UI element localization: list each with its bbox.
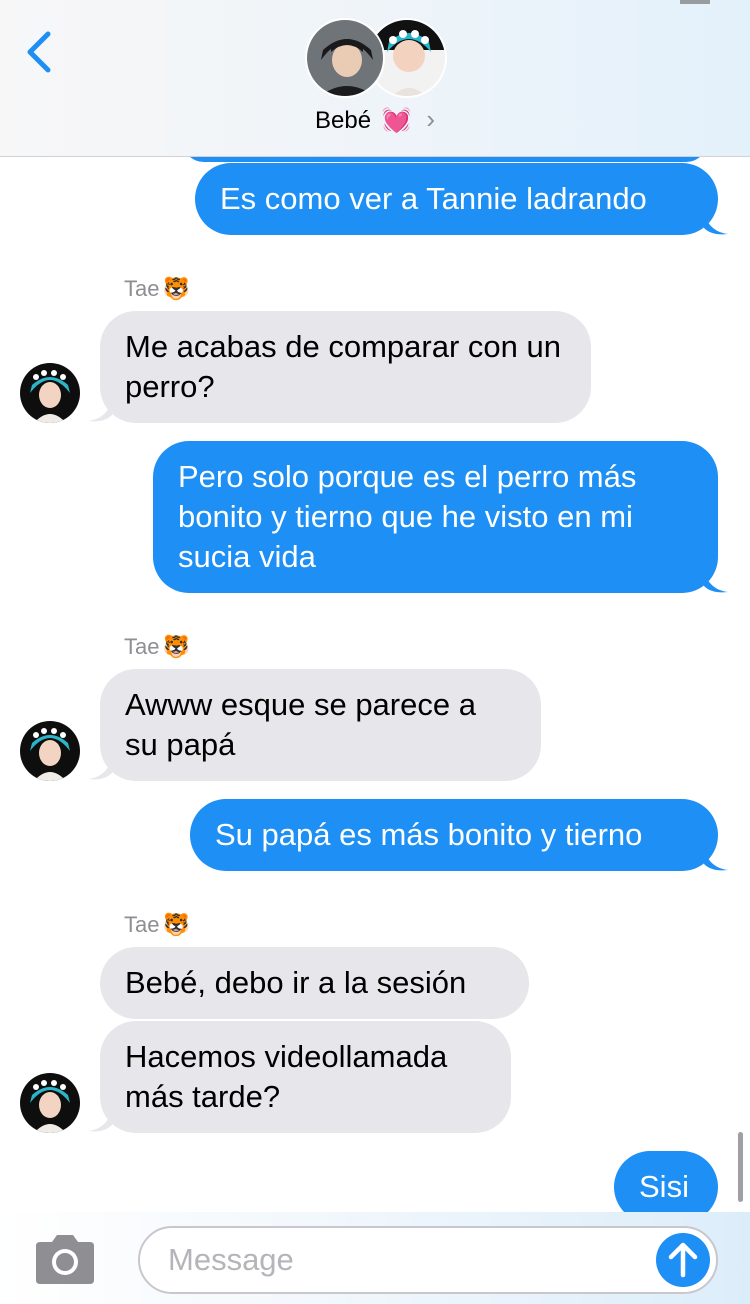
heart-emoji: 💓	[381, 107, 412, 134]
message-text: Sisi	[639, 1169, 689, 1204]
arrow-up-icon	[668, 1242, 698, 1278]
bubble-tail	[88, 401, 112, 422]
sender-avatar[interactable]	[20, 363, 80, 423]
sender-name: Tae	[124, 912, 160, 937]
message-input-placeholder: Message	[168, 1242, 294, 1277]
scrollbar[interactable]	[738, 1132, 743, 1202]
tiger-emoji: 🐯	[162, 634, 190, 659]
message-bubble-incoming[interactable]: Awww esque se parece a su papá	[100, 669, 541, 781]
back-button[interactable]	[20, 28, 60, 76]
compose-bar: Message	[0, 1212, 750, 1304]
bubble-tail	[704, 572, 728, 593]
contact-name-row[interactable]: Bebé 💓 ›	[0, 104, 750, 135]
sender-label: Tae 🐯	[124, 912, 190, 938]
send-button[interactable]	[656, 1233, 710, 1287]
message-text: Me acabas de comparar con un perro?	[125, 329, 561, 404]
message-text: Hacemos videollamada más tarde?	[125, 1039, 448, 1114]
message-text: Pero solo porque es el perro más bonito …	[178, 459, 637, 574]
message-bubble-incoming[interactable]: Hacemos videollamada más tarde?	[100, 1021, 511, 1133]
chevron-left-icon	[27, 31, 51, 73]
tiger-emoji: 🐯	[162, 276, 190, 301]
sender-label: Tae 🐯	[124, 634, 190, 660]
message-bubble-outgoing[interactable]: Es como ver a Tannie ladrando	[195, 163, 718, 235]
camera-icon	[36, 1235, 94, 1284]
chevron-right-icon: ›	[426, 104, 435, 134]
sender-avatar[interactable]	[20, 1073, 80, 1133]
tiger-emoji: 🐯	[162, 912, 190, 937]
message-text: Es como ver a Tannie ladrando	[220, 181, 647, 216]
conversation-header: Bebé 💓 ›	[0, 0, 750, 157]
message-bubble-outgoing[interactable]: Su papá es más bonito y tierno	[190, 799, 718, 871]
contact-avatar-group[interactable]	[305, 18, 447, 100]
message-bubble-outgoing[interactable]: Pero solo porque es el perro más bonito …	[153, 441, 718, 593]
sender-avatar[interactable]	[20, 721, 80, 781]
sender-label: Tae 🐯	[124, 276, 190, 302]
sender-name: Tae	[124, 634, 160, 659]
status-bar-fragment	[680, 0, 710, 4]
bubble-tail	[88, 759, 112, 780]
contact-avatar-primary	[305, 18, 385, 98]
message-text: Awww esque se parece a su papá	[125, 687, 476, 762]
sender-name: Tae	[124, 276, 160, 301]
contact-name: Bebé	[315, 107, 372, 134]
bubble-tail	[88, 1111, 112, 1132]
message-bubble-incoming[interactable]: Me acabas de comparar con un perro?	[100, 311, 591, 423]
bubble-tail	[704, 214, 728, 235]
message-bubble-incoming[interactable]: Bebé, debo ir a la sesión	[100, 947, 529, 1019]
message-input[interactable]: Message	[138, 1226, 718, 1294]
message-text: Su papá es más bonito y tierno	[215, 817, 643, 852]
message-text: Bebé, debo ir a la sesión	[125, 965, 467, 1000]
bubble-tail	[704, 850, 728, 871]
camera-button[interactable]	[32, 1234, 98, 1286]
